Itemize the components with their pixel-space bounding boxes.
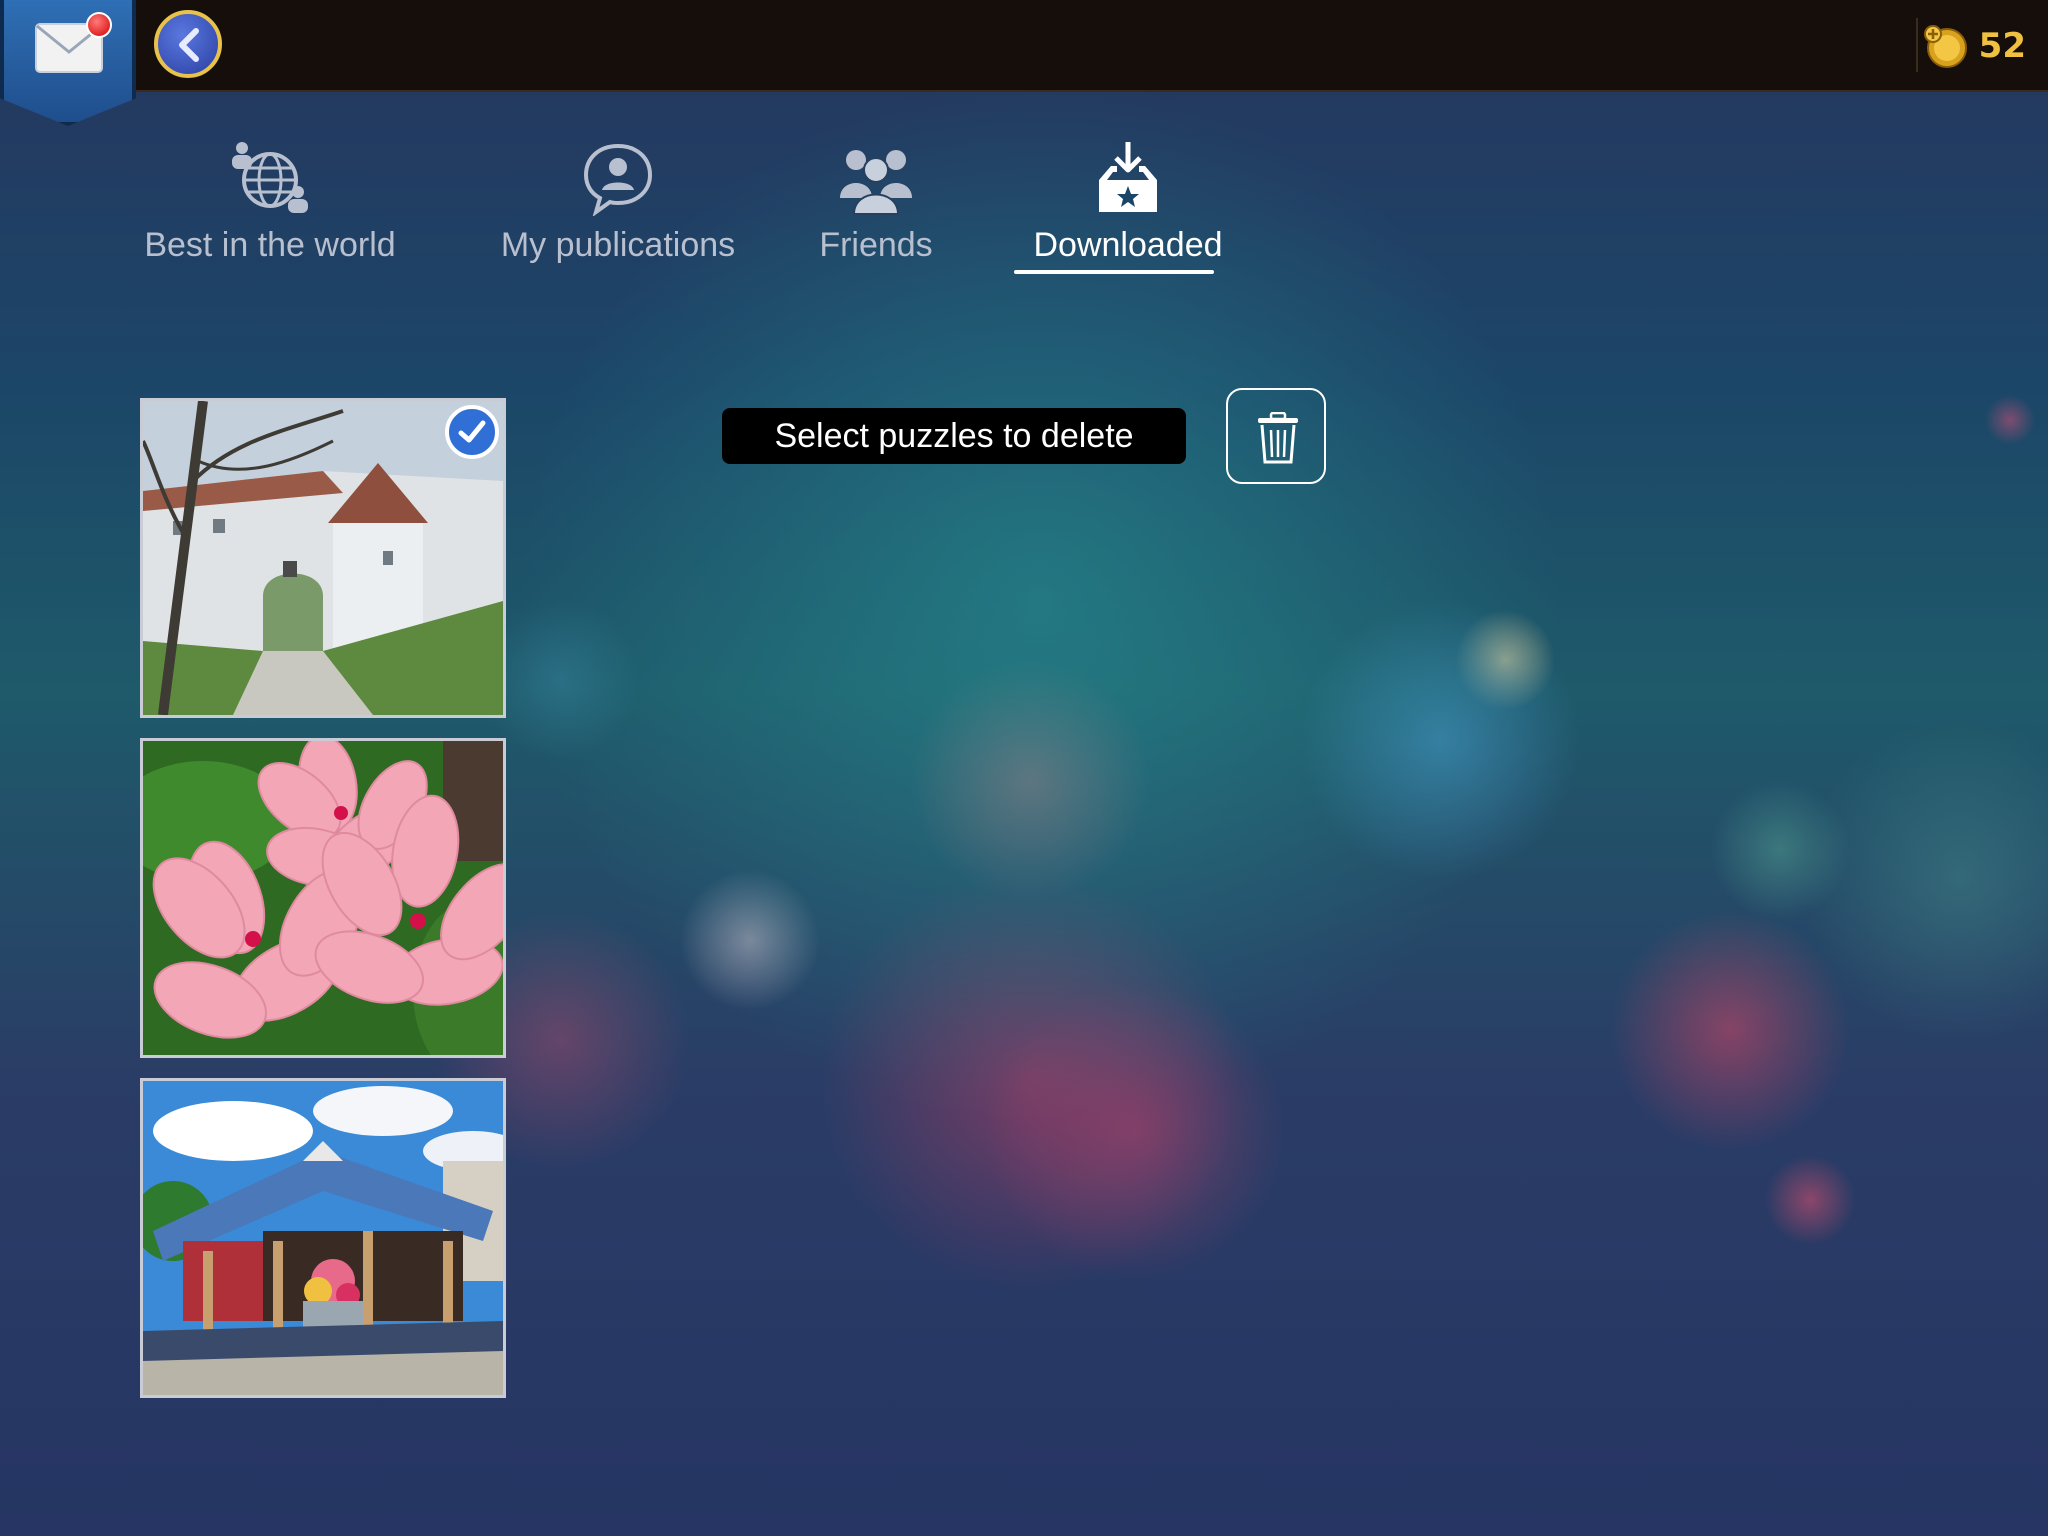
tab-downloaded[interactable]: Downloaded — [1008, 140, 1248, 265]
flowers-image — [143, 741, 503, 1055]
castle-image — [143, 401, 503, 715]
friends-icon — [840, 150, 912, 215]
tab-label: Downloaded — [1033, 226, 1223, 264]
trash-icon — [1258, 412, 1298, 464]
globe-people-icon — [232, 142, 308, 213]
tab-friends[interactable]: Friends — [788, 140, 964, 265]
coin-separator — [1916, 18, 1918, 72]
coin-counter[interactable]: 52 — [1921, 18, 2026, 74]
back-button[interactable] — [154, 10, 222, 78]
download-box-icon — [1099, 142, 1157, 212]
tab-my-publications[interactable]: My publications — [488, 140, 748, 265]
coin-value: 52 — [1978, 26, 2026, 66]
coin-icon — [1923, 25, 1967, 68]
puzzle-thumbnail-castle[interactable] — [140, 398, 506, 718]
top-bar — [0, 0, 2048, 92]
delete-button[interactable] — [1226, 388, 1326, 484]
mail-button[interactable] — [0, 0, 136, 126]
checkmark-icon — [458, 420, 486, 443]
selected-checkmark — [445, 405, 499, 459]
select-puzzles-hint: Select puzzles to delete — [722, 408, 1186, 464]
tab-label: My publications — [500, 226, 736, 264]
puzzle-thumbnail-farm-market[interactable] — [140, 1078, 506, 1398]
market-image — [143, 1081, 503, 1395]
tab-best-in-the-world[interactable]: Best in the world — [140, 140, 400, 265]
chevron-left-icon — [179, 28, 199, 62]
tab-label: Best in the world — [144, 226, 396, 264]
tab-label: Friends — [819, 226, 933, 264]
user-speech-icon — [583, 143, 653, 216]
puzzle-thumbnail-pink-flowers[interactable] — [140, 738, 506, 1058]
active-tab-indicator — [1014, 270, 1214, 274]
notification-dot — [86, 12, 112, 38]
